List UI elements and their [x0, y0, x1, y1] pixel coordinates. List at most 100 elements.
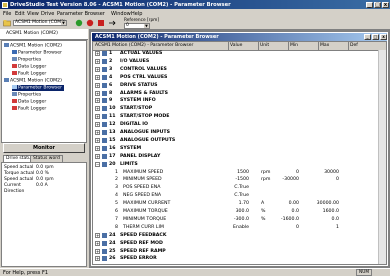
tree-item-data-logger[interactable]: Data Logger [12, 64, 46, 70]
expand-toggle-icon[interactable]: + [95, 122, 100, 128]
status-help-text: For Help, press F1 [3, 270, 49, 276]
child-maximize-button[interactable]: □ [372, 34, 379, 40]
expand-toggle-icon[interactable]: − [95, 161, 100, 167]
parameter-row[interactable]: 8 THERM CURR LIM Enable 0 1 [93, 224, 381, 232]
menu-parameter-browser[interactable]: Parameter Browser [57, 11, 105, 17]
parameter-row[interactable]: 6 MAXIMUM TORQUE 300.0% 0.0 1600.0 [93, 208, 381, 216]
expand-toggle-icon[interactable]: + [95, 66, 100, 72]
expand-toggle-icon[interactable]: + [95, 240, 100, 246]
minimize-button[interactable]: _ [366, 1, 373, 8]
parameter-group-row[interactable]: +2 I/O VALUES [93, 58, 381, 66]
column-def[interactable]: Def [350, 43, 358, 48]
expand-toggle-icon[interactable]: + [95, 137, 100, 143]
menu-edit[interactable]: Edit [15, 11, 25, 17]
parameter-group-row[interactable]: +3 CONTROL VALUES [93, 66, 381, 74]
expand-toggle-icon[interactable]: + [95, 232, 100, 238]
reset-icon[interactable] [97, 19, 105, 27]
parameter-value[interactable]: 300.0 [236, 209, 249, 214]
group-number: 8 [109, 90, 113, 96]
parameter-group-row[interactable]: +16 SYSTEM [93, 145, 381, 153]
expand-toggle-icon[interactable]: + [95, 58, 100, 64]
parameter-value[interactable]: 1500 [237, 170, 249, 175]
group-number: 6 [109, 82, 113, 88]
group-name: SYSTEM [120, 145, 142, 151]
tree-item-fault-logger[interactable]: Fault Logger [12, 71, 46, 77]
monitor-button[interactable]: Monitor [3, 143, 85, 153]
expand-toggle-icon[interactable]: + [95, 130, 100, 135]
expand-toggle-icon[interactable]: + [95, 90, 100, 96]
parameter-group-row[interactable]: +6 DRIVE STATUS [93, 82, 381, 90]
start-icon[interactable] [75, 19, 83, 27]
parameter-value[interactable]: Enable [233, 225, 249, 230]
parameter-value[interactable]: -300.0 [234, 217, 249, 222]
stop-icon[interactable] [86, 19, 94, 27]
parameter-group-row[interactable]: +17 PANEL DISPLAY [93, 153, 381, 161]
tree-item-parameter-browser-selected[interactable]: Parameter Browser [12, 85, 64, 91]
maximize-button[interactable]: □ [374, 1, 381, 8]
expand-toggle-icon[interactable]: + [95, 256, 100, 262]
menu-file[interactable]: File [3, 11, 11, 17]
column-unit[interactable]: Unit [260, 43, 269, 48]
expand-toggle-icon[interactable]: + [95, 106, 100, 112]
close-button[interactable]: x [382, 1, 389, 8]
parameter-min: 0 [296, 224, 299, 230]
parameter-group-row[interactable]: +26 SPEED ERROR [93, 255, 381, 263]
parameter-group-row[interactable]: +10 START/STOP [93, 105, 381, 113]
tree-item-data-logger[interactable]: Data Logger [12, 99, 46, 105]
vertical-scrollbar[interactable] [378, 50, 386, 264]
parameter-min: 0 [296, 169, 299, 175]
parameter-group-row[interactable]: +1 ACTUAL VALUES [93, 50, 381, 58]
child-minimize-button[interactable]: _ [364, 34, 371, 40]
tree-item-drive[interactable]: ACSM1 Motion (COM2) [4, 43, 62, 49]
expand-toggle-icon[interactable]: + [95, 51, 100, 56]
expand-toggle-icon[interactable]: + [95, 74, 100, 80]
expand-toggle-icon[interactable]: + [95, 248, 100, 254]
menu-drive[interactable]: Drive [41, 11, 54, 17]
parameter-grid[interactable]: ACSM1 Motion (COM2) - Parameter Browser … [92, 41, 387, 265]
open-folder-icon[interactable] [3, 19, 11, 27]
tree-item-drive[interactable]: ACSM1 Motion (COM2) [4, 78, 62, 84]
menu-help[interactable]: Help [131, 11, 142, 17]
parameter-value[interactable]: C.True [234, 193, 249, 198]
parameter-max: 1600.0 [322, 209, 339, 214]
parameter-group-row[interactable]: +15 ANALOGUE OUTPUTS [93, 137, 381, 145]
tree-item-properties[interactable]: Properties [12, 92, 41, 98]
parameter-row[interactable]: 5 MAXIMUM CURRENT 1.70 A 0.00 30000.00 [93, 200, 381, 208]
parameter-value[interactable]: C.True [234, 185, 249, 190]
parameter-group-row[interactable]: +4 POS CTRL VALUES [93, 74, 381, 82]
parameter-group-row[interactable]: − 20 LIMITS [93, 161, 381, 169]
parameter-group-row[interactable]: +13 ANALOGUE INPUTS [93, 129, 381, 137]
tree-item-properties[interactable]: Properties [12, 57, 41, 63]
tree-item-parameter-browser[interactable]: Parameter Browser [12, 50, 62, 56]
expand-toggle-icon[interactable]: + [95, 82, 100, 88]
expand-toggle-icon[interactable]: + [95, 145, 100, 151]
drive-select[interactable]: ACSM1 Motion (COM2) ▼ [13, 20, 67, 26]
parameter-group-row[interactable]: +8 ALARMS & FAULTS [93, 90, 381, 98]
parameter-value[interactable]: 1.70 [239, 201, 249, 206]
parameter-group-row[interactable]: +9 SYSTEM INFO [93, 97, 381, 105]
column-value[interactable]: Value [230, 43, 242, 48]
parameter-group-icon [102, 145, 107, 151]
expand-toggle-icon[interactable]: + [95, 114, 100, 120]
menu-view[interactable]: View [27, 11, 39, 17]
menu-window[interactable]: Window [111, 11, 131, 17]
column-min[interactable]: Min [290, 43, 298, 48]
parameter-group-row[interactable]: +24 SPEED FEEDBACK [93, 232, 381, 240]
parameter-row[interactable]: 3 POS SPEED ENA C.True [93, 184, 381, 192]
parameter-row[interactable]: 7 MINIMUM TORQUE -300.0% -1600.0 0.0 [93, 216, 381, 224]
parameter-row[interactable]: 2 MINIMUM SPEED -1500 rpm -30000 0 [93, 176, 381, 184]
child-close-button[interactable]: x [380, 34, 387, 40]
status-label: Speed actual [4, 177, 34, 182]
parameter-group-row[interactable]: +12 DIGITAL IO [93, 121, 381, 129]
parameter-group-row[interactable]: +24 SPEED REF MOD [93, 240, 381, 248]
direction-icon[interactable] [108, 19, 116, 27]
parameter-row[interactable]: 1 MAXIMUM SPEED 1500 rpm 0 30000 [93, 169, 381, 177]
expand-toggle-icon[interactable]: + [95, 153, 100, 159]
expand-toggle-icon[interactable]: + [95, 98, 100, 104]
parameter-group-row[interactable]: +11 START/STOP MODE [93, 113, 381, 121]
tree-item-fault-logger[interactable]: Fault Logger [12, 106, 46, 112]
column-max[interactable]: Max [320, 43, 329, 48]
parameter-group-row[interactable]: +25 SPEED REF RAMP [93, 248, 381, 256]
parameter-value[interactable]: -1500 [235, 177, 249, 182]
parameter-row[interactable]: 4 NEG SPEED ENA C.True [93, 192, 381, 200]
